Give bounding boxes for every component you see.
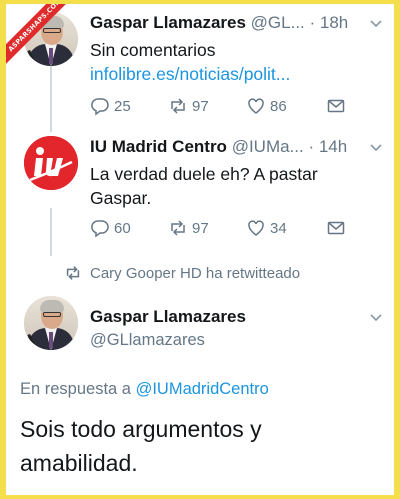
reply-button[interactable]: 60 [90, 218, 131, 238]
thread-line [50, 66, 52, 132]
chevron-down-icon[interactable] [368, 140, 384, 156]
tweet2-actions: 60 97 34 [90, 218, 370, 240]
like-count: 34 [270, 219, 287, 237]
heart-icon [248, 220, 264, 236]
tweet1-author[interactable]: Gaspar Llamazares @GL... · 18h [90, 13, 348, 33]
tweet-link[interactable]: infolibre.es/noticias/polit... [90, 64, 290, 84]
tweet3-author[interactable]: Gaspar Llamazares [90, 307, 246, 327]
dm-button[interactable] [326, 218, 346, 238]
reply-prefix: En respuesta a [20, 380, 136, 398]
reply-count: 25 [114, 97, 131, 115]
chevron-down-icon[interactable] [368, 16, 384, 32]
author-name[interactable]: Gaspar Llamazares [90, 13, 246, 32]
retweet-banner: Cary Gooper HD ha retwitteado [64, 264, 300, 282]
retweet-icon [66, 266, 80, 280]
retweet-count: 97 [192, 219, 209, 237]
tweet3-handle[interactable]: @GLlamazares [90, 331, 205, 350]
retweet-button[interactable]: 97 [168, 218, 209, 238]
reply-button[interactable]: 25 [90, 96, 131, 116]
envelope-icon [327, 221, 345, 235]
like-count: 86 [270, 97, 287, 115]
retweet-icon [171, 98, 185, 114]
reply-icon [91, 98, 109, 116]
like-button[interactable]: 86 [246, 96, 287, 116]
watermark-ribbon: ASPARSHAPS.COM [6, 4, 68, 66]
dm-button[interactable] [326, 96, 346, 116]
tweet2-text: La verdad duele eh? A pastar Gaspar. [90, 164, 318, 208]
avatar-iu-madrid[interactable] [24, 136, 78, 190]
reply-count: 60 [114, 219, 131, 237]
envelope-icon [327, 99, 345, 113]
handle-time: @IUMa... · 14h [231, 137, 348, 156]
reply-icon [91, 220, 109, 238]
retweet-button[interactable]: 97 [168, 96, 209, 116]
watermark-text: ASPARSHAPS.COM [6, 4, 68, 66]
tweet2-author[interactable]: IU Madrid Centro @IUMa... · 14h [90, 137, 347, 157]
reply-context: En respuesta a @IUMadridCentro [20, 380, 269, 399]
iu-logo-icon [24, 136, 78, 190]
thread-line [50, 208, 52, 256]
tweet3-text: Sois todo argumentos y amabilidad. [20, 416, 262, 476]
tweet-text: Sin comentarios [90, 40, 216, 60]
handle-time: @GL... · 18h [250, 13, 349, 32]
chevron-down-icon[interactable] [368, 310, 384, 326]
author-name[interactable]: IU Madrid Centro [90, 137, 227, 156]
reply-target-link[interactable]: @IUMadridCentro [136, 380, 269, 398]
tweet1-text: Sin comentarios infolibre.es/noticias/po… [90, 38, 380, 86]
tweet-screenshot: ASPARSHAPS.COM Gaspar Llamazares @GL... … [6, 4, 394, 495]
retweet-banner-text[interactable]: Cary Gooper HD ha retwitteado [90, 265, 300, 282]
avatar-gaspar[interactable] [24, 296, 78, 350]
retweet-icon [171, 220, 185, 236]
heart-icon [248, 98, 264, 114]
retweet-count: 97 [192, 97, 209, 115]
tweet1-actions: 25 97 86 [90, 96, 370, 118]
like-button[interactable]: 34 [246, 218, 287, 238]
